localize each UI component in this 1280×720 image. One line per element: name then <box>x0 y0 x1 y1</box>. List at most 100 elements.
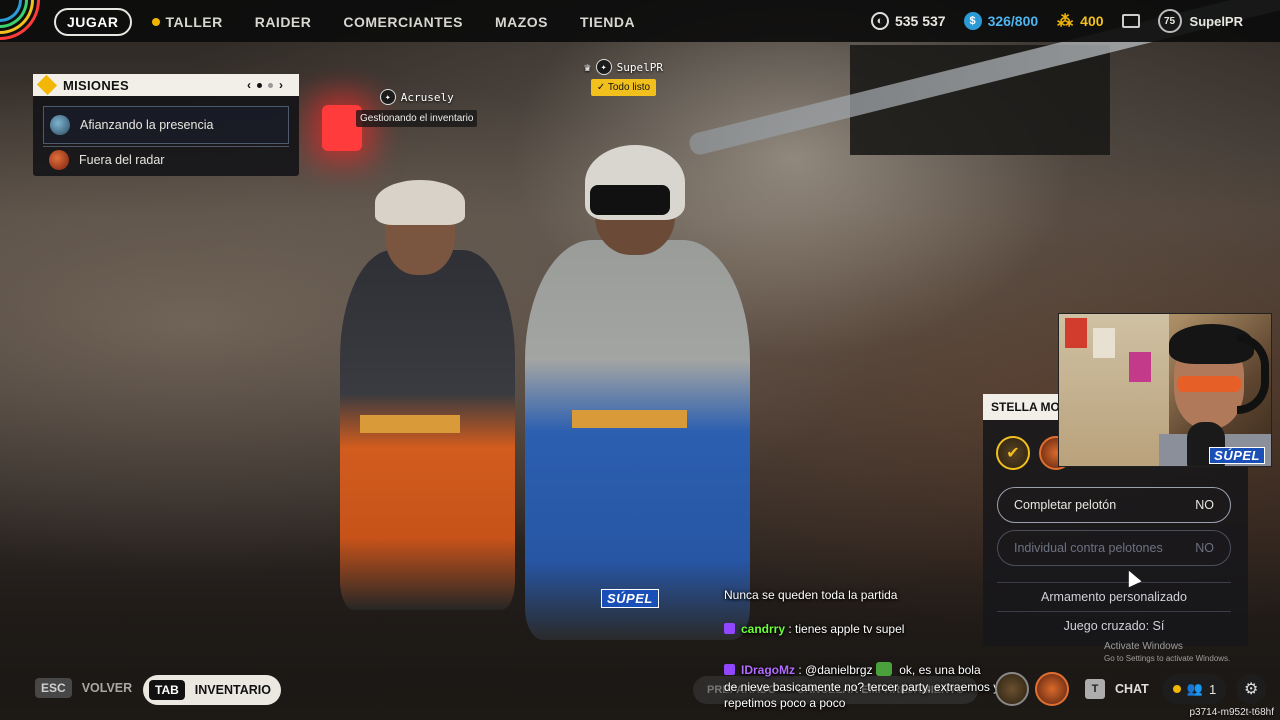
chat-username: candrry <box>741 622 786 636</box>
nav-comerciantes-label: COMERCIANTES <box>343 14 463 30</box>
t-key-hint: T <box>1085 679 1105 699</box>
coins-value: 535 537 <box>894 13 946 29</box>
top-navigation-bar: JUGAR TALLER RAIDER COMERCIANTES MAZOS T… <box>0 0 1280 42</box>
solo-vs-squads-value: NO <box>1195 541 1214 555</box>
session-id: p3714-m952t-t68hf <box>1189 707 1274 718</box>
inventory-label: INVENTARIO <box>194 683 271 697</box>
inventory-button[interactable]: TAB INVENTARIO <box>143 675 281 705</box>
divider <box>997 611 1231 612</box>
fill-squad-option[interactable]: Completar pelotón NO <box>997 487 1231 523</box>
notification-dot-icon <box>151 18 160 26</box>
chat-message-text: : @danielbrgz <box>798 663 873 677</box>
chat-message-text: ok, es una bola <box>895 663 981 677</box>
mission-item[interactable]: Afianzando la presencia <box>43 106 289 144</box>
missions-header: MISIONES ‹ › <box>33 74 299 96</box>
missions-title: MISIONES <box>63 77 129 93</box>
tab-key-hint: TAB <box>149 680 185 700</box>
player-tag-name-row: ✦ Acrusely <box>379 89 454 105</box>
nav-raider-label: RAIDER <box>254 14 312 30</box>
webcam-stream-logo: SÚPEL <box>1209 447 1265 464</box>
nav-mazos[interactable]: MAZOS <box>495 14 548 30</box>
chat-message-continuation: de nieve basicamente no? tercer party, e… <box>724 680 1000 694</box>
party-count-button[interactable]: 👥 1 <box>1162 674 1227 704</box>
custom-loadout-option[interactable]: Armamento personalizado <box>997 590 1231 604</box>
missions-panel: MISIONES ‹ › Afianzando la presencia Fue… <box>33 74 299 176</box>
nav-taller[interactable]: TALLER <box>151 14 223 30</box>
back-label: VOLVER <box>81 681 133 695</box>
webcam-headset <box>1237 334 1269 414</box>
inventory-status-badge: Gestionando el inventario <box>356 110 478 127</box>
mission-label: Afianzando la presencia <box>80 118 214 132</box>
nav-tienda-label: TIENDA <box>580 14 636 30</box>
nav-comerciantes[interactable]: COMERCIANTES <box>343 14 463 30</box>
tokens-value: 326/800 <box>987 13 1039 29</box>
esc-key-hint: ESC <box>35 678 72 698</box>
webcam-poster <box>1065 318 1087 348</box>
chat-message-text: : tienes apple tv supel <box>788 622 905 636</box>
character-2-visor <box>590 185 670 215</box>
token-icon: $ <box>963 12 982 30</box>
webcam-poster <box>1129 352 1151 382</box>
nav-tienda[interactable]: TIENDA <box>580 14 635 30</box>
gear-icon[interactable]: ⚙ <box>1236 674 1267 704</box>
chat-button[interactable]: CHAT <box>1115 682 1149 696</box>
check-icon: ✓ <box>596 82 608 93</box>
player-level-badge[interactable]: 75 <box>1157 9 1182 33</box>
watermark-line-1: Activate Windows <box>1104 641 1183 652</box>
page-dot-active[interactable] <box>257 82 262 88</box>
webcam-poster <box>1093 328 1115 358</box>
player-icon: ✦ <box>595 59 612 75</box>
webcam-glasses <box>1177 376 1241 392</box>
currency-display: ◐ 535 537 $326/800 ⁂ 400 75 SupelPR <box>870 0 1280 42</box>
missions-pager: ‹ › <box>247 78 283 92</box>
party-member-avatar[interactable]: ✔ <box>996 436 1030 470</box>
page-dot[interactable] <box>268 82 273 88</box>
character-1-hair <box>375 180 465 225</box>
fill-squad-label: Completar pelotón <box>1014 498 1117 512</box>
coins-counter: ◐ 535 537 <box>870 12 946 30</box>
tokens-counter: $326/800 <box>963 12 1039 30</box>
nav-taller-label: TALLER <box>165 14 223 30</box>
character-2-belt <box>572 410 687 428</box>
twitch-icon <box>724 664 735 675</box>
player-tag-name-row: ♛ ✦ SupelPR <box>584 59 663 75</box>
crossplay-status[interactable]: Juego cruzado: Sí <box>997 619 1231 633</box>
raider-tokens-value: 400 <box>1080 13 1104 29</box>
chevron-right-icon[interactable]: › <box>279 78 283 92</box>
chat-message: IDragoMz : @danielbrgz ok, es una bola <box>724 662 981 677</box>
mission-globe-icon <box>50 115 70 135</box>
watermark-line-2: Go to Settings to activate Windows. <box>1104 654 1231 663</box>
party-avatar[interactable] <box>1035 672 1069 706</box>
chevron-left-icon[interactable]: ‹ <box>247 78 251 92</box>
main-nav: JUGAR TALLER RAIDER COMERCIANTES MAZOS T… <box>54 8 667 36</box>
nav-raider[interactable]: RAIDER <box>255 14 312 30</box>
player-username[interactable]: SupelPR <box>1190 14 1243 29</box>
player-tag-leader: ♛ ✦ SupelPR ✓ Todo listo <box>584 59 663 96</box>
stream-logo: SÚPEL <box>601 589 659 608</box>
solo-vs-squads-option[interactable]: Individual contra pelotones NO <box>997 530 1231 566</box>
chat-username: IDragoMz <box>741 663 795 677</box>
character-1-belt <box>360 415 460 433</box>
character-2-body <box>525 240 750 640</box>
mission-item[interactable]: Fuera del radar <box>43 146 289 172</box>
webcam-overlay: SÚPEL <box>1058 313 1272 467</box>
solo-vs-squads-label: Individual contra pelotones <box>1014 541 1163 555</box>
coins-icon: ◐ <box>870 12 889 30</box>
nav-jugar[interactable]: JUGAR <box>54 8 132 36</box>
chevron-badge-icon: ✔ <box>1006 445 1020 462</box>
rainbow-logo <box>0 0 42 42</box>
nav-mazos-label: MAZOS <box>494 14 548 30</box>
twitch-icon <box>724 623 735 634</box>
mission-skull-icon <box>49 149 69 170</box>
status-dot-icon <box>1172 685 1181 693</box>
party-avatar[interactable] <box>995 672 1029 706</box>
player-tag-teammate: ✦ Acrusely Gestionando el inventario <box>356 89 478 127</box>
mail-icon[interactable] <box>1121 14 1140 28</box>
crown-icon: ♛ <box>584 60 591 74</box>
party-count: 1 <box>1208 681 1217 697</box>
back-button[interactable]: ESC VOLVER <box>35 678 132 698</box>
chat-message-continuation: repetimos poco a poco <box>724 696 846 710</box>
raider-token-icon: ⁂ <box>1057 13 1074 30</box>
player-name: SupelPR <box>616 60 663 74</box>
player-name: Acrusely <box>400 90 454 104</box>
